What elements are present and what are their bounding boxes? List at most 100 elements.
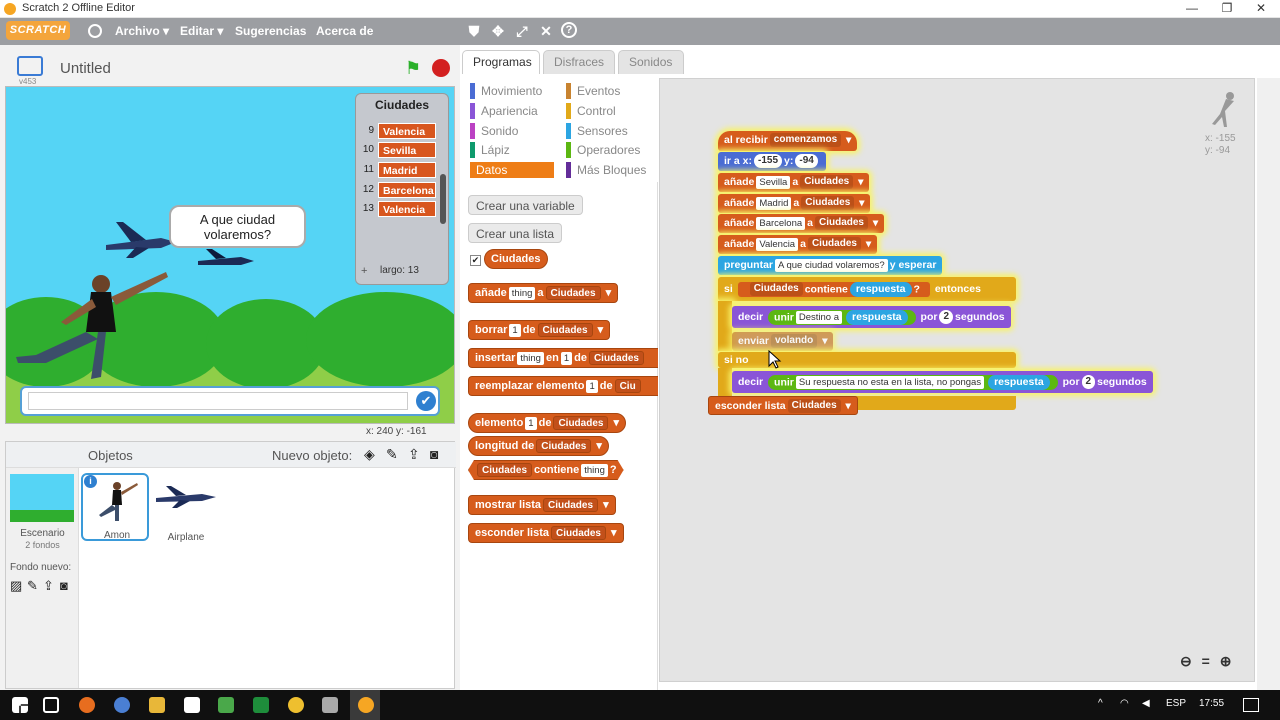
list-monitor[interactable]: Ciudades 9 Valencia 10 Sevilla 11 Madrid 12… bbox=[355, 93, 449, 285]
list-dropdown[interactable]: Ciudades bbox=[550, 526, 606, 540]
photos-icon[interactable] bbox=[218, 697, 234, 713]
paint-sprite-icon[interactable]: ✎ bbox=[386, 446, 398, 463]
list-dropdown[interactable]: Ciudades bbox=[801, 196, 855, 211]
green-flag-icon[interactable]: ⚑ bbox=[405, 58, 421, 79]
minimize-button[interactable]: — bbox=[1175, 0, 1209, 18]
block-input[interactable]: Sevilla bbox=[756, 175, 791, 189]
list-dropdown[interactable]: Ciudades bbox=[545, 286, 601, 300]
sprite-tile-airplane[interactable]: Airplane bbox=[152, 473, 220, 543]
script-goto-xy[interactable]: ir a x: -155 y: -94 bbox=[718, 152, 826, 171]
tray-chevron-icon[interactable]: ^ bbox=[1098, 698, 1103, 709]
join-operator[interactable]: unir Destino a respuesta bbox=[768, 309, 916, 325]
scratch-logo[interactable]: SCRATCH bbox=[6, 21, 70, 40]
list-dropdown[interactable]: Ciudades bbox=[477, 463, 532, 477]
answer-reporter[interactable]: respuesta bbox=[846, 309, 908, 325]
add-item-icon[interactable]: + bbox=[361, 265, 367, 277]
script-broadcast[interactable]: enviar volando ▾ bbox=[732, 332, 834, 351]
store-icon[interactable] bbox=[184, 697, 200, 713]
category-datos[interactable]: Datos bbox=[470, 162, 554, 178]
script-add-barcelona[interactable]: añade Barcelona a Ciudades ▾ bbox=[718, 214, 885, 233]
y-input[interactable]: -94 bbox=[795, 154, 818, 169]
script-hide-list[interactable]: esconder lista Ciudades ▾ bbox=[708, 396, 858, 415]
block-length-of-list[interactable]: longitud de Ciudades ▾ bbox=[468, 436, 609, 456]
project-title[interactable]: Untitled bbox=[60, 60, 111, 77]
menu-editar[interactable]: Editar ▾ bbox=[180, 24, 223, 38]
category-mas-bloques[interactable]: Más Bloques bbox=[566, 162, 650, 178]
menu-acerca-de[interactable]: Acerca de bbox=[316, 24, 373, 38]
block-input[interactable]: A que ciudad volaremos? bbox=[775, 258, 888, 272]
list-dropdown[interactable]: Ciudades bbox=[588, 351, 644, 365]
firefox-icon[interactable] bbox=[79, 697, 95, 713]
list-dropdown[interactable]: Ciudades bbox=[814, 216, 868, 231]
windows-start-icon[interactable] bbox=[12, 697, 28, 713]
list-dropdown[interactable]: Ciudades bbox=[749, 282, 803, 297]
stage-canvas[interactable]: A que ciudad volaremos? Ciudades 9 Valenc… bbox=[5, 86, 455, 424]
script-add-sevilla[interactable]: añade Sevilla a Ciudades ▾ bbox=[718, 173, 870, 192]
script-hat-when-receive[interactable]: al recibir comenzamos ▾ bbox=[718, 131, 858, 151]
script-else[interactable]: si no bbox=[718, 352, 1016, 368]
block-input[interactable]: thing bbox=[581, 464, 608, 477]
block-input[interactable]: 1 bbox=[586, 380, 598, 393]
stop-sign-icon[interactable] bbox=[432, 59, 450, 77]
upload-sprite-icon[interactable]: ⇪ bbox=[408, 446, 420, 463]
block-input[interactable]: 1 bbox=[509, 324, 521, 337]
sprite-tile-amon[interactable]: i Amon bbox=[81, 473, 149, 541]
upload-backdrop-icon[interactable]: ⇪ bbox=[43, 578, 54, 594]
list-dropdown[interactable]: Ciudades bbox=[543, 498, 599, 512]
menu-archivo[interactable]: Archivo ▾ bbox=[115, 24, 169, 38]
list-visible-checkbox[interactable]: ✔ bbox=[470, 255, 481, 266]
list-row-value[interactable]: Valencia bbox=[378, 123, 436, 139]
language-globe-icon[interactable] bbox=[88, 24, 102, 38]
script-add-valencia[interactable]: añade Valencia a Ciudades ▾ bbox=[718, 235, 878, 254]
volume-icon[interactable]: ◀ bbox=[1142, 698, 1150, 709]
block-add-to-list[interactable]: añade thing a Ciudades ▾ bbox=[468, 283, 619, 303]
chrome-icon[interactable] bbox=[288, 697, 304, 713]
block-input[interactable]: thing bbox=[517, 352, 544, 365]
tab-programas[interactable]: Programas bbox=[462, 50, 540, 74]
block-input[interactable]: 1 bbox=[560, 352, 573, 365]
block-delete-of-list[interactable]: borrar 1 de Ciudades ▾ bbox=[468, 320, 611, 340]
list-dropdown[interactable]: Ciudades bbox=[800, 175, 854, 190]
list-scrollbar[interactable] bbox=[440, 174, 446, 224]
block-hide-list[interactable]: esconder lista Ciudades ▾ bbox=[468, 523, 624, 543]
block-show-list[interactable]: mostrar lista Ciudades ▾ bbox=[468, 495, 616, 515]
camera-backdrop-icon[interactable]: ◙ bbox=[60, 578, 68, 593]
script-add-madrid[interactable]: añade Madrid a Ciudades ▾ bbox=[718, 194, 871, 213]
zoom-out-icon[interactable]: ⊖ bbox=[1180, 653, 1192, 669]
list-dropdown[interactable]: Ciudades bbox=[787, 399, 841, 414]
choose-backdrop-icon[interactable]: ▨ bbox=[10, 578, 22, 594]
block-input[interactable]: thing bbox=[508, 287, 536, 300]
block-replace-item[interactable]: reemplazar elemento 1 de Ciu bbox=[468, 376, 658, 396]
clock[interactable]: 17:55 bbox=[1199, 698, 1224, 709]
tab-disfraces[interactable]: Disfraces bbox=[543, 50, 615, 74]
task-view-icon[interactable] bbox=[43, 697, 59, 713]
category-sonido[interactable]: Sonido bbox=[470, 123, 554, 139]
list-dropdown[interactable]: Ciudades bbox=[553, 416, 609, 430]
delete-scissors-icon[interactable]: ✥ bbox=[489, 22, 507, 40]
fullscreen-icon[interactable] bbox=[17, 56, 43, 76]
answer-reporter[interactable]: respuesta bbox=[988, 374, 1050, 390]
script-say-1[interactable]: decir unir Destino a respuesta por 2 segundo… bbox=[732, 306, 1011, 328]
answer-input[interactable] bbox=[28, 392, 408, 410]
notifications-icon[interactable] bbox=[1243, 698, 1259, 712]
block-insert-at-list[interactable]: insertar thing en 1 de Ciudades bbox=[468, 348, 658, 368]
category-movimiento[interactable]: Movimiento bbox=[470, 83, 554, 99]
list-row-value[interactable]: Valencia bbox=[378, 201, 436, 217]
seconds-input[interactable]: 2 bbox=[1081, 375, 1096, 390]
block-input[interactable]: Destino a bbox=[795, 310, 843, 324]
amon-sprite[interactable] bbox=[6, 267, 176, 387]
choose-sprite-icon[interactable]: ◈ bbox=[364, 446, 375, 463]
list-dropdown[interactable]: Ciu bbox=[614, 379, 641, 393]
category-control[interactable]: Control bbox=[566, 103, 650, 119]
block-input[interactable]: Barcelona bbox=[756, 216, 806, 230]
file-explorer-icon[interactable] bbox=[149, 697, 165, 713]
category-operadores[interactable]: Operadores bbox=[566, 142, 650, 158]
zoom-reset-icon[interactable]: = bbox=[1202, 653, 1210, 669]
category-apariencia[interactable]: Apariencia bbox=[470, 103, 554, 119]
language-indicator[interactable]: ESP bbox=[1166, 698, 1186, 709]
app2-icon[interactable] bbox=[322, 697, 338, 713]
category-sensores[interactable]: Sensores bbox=[566, 123, 650, 139]
make-list-button[interactable]: Crear una lista bbox=[468, 223, 563, 243]
message-dropdown[interactable]: volando bbox=[770, 334, 818, 349]
script-if-else[interactable]: si Ciudades contiene respuesta? entonces bbox=[718, 277, 1016, 301]
